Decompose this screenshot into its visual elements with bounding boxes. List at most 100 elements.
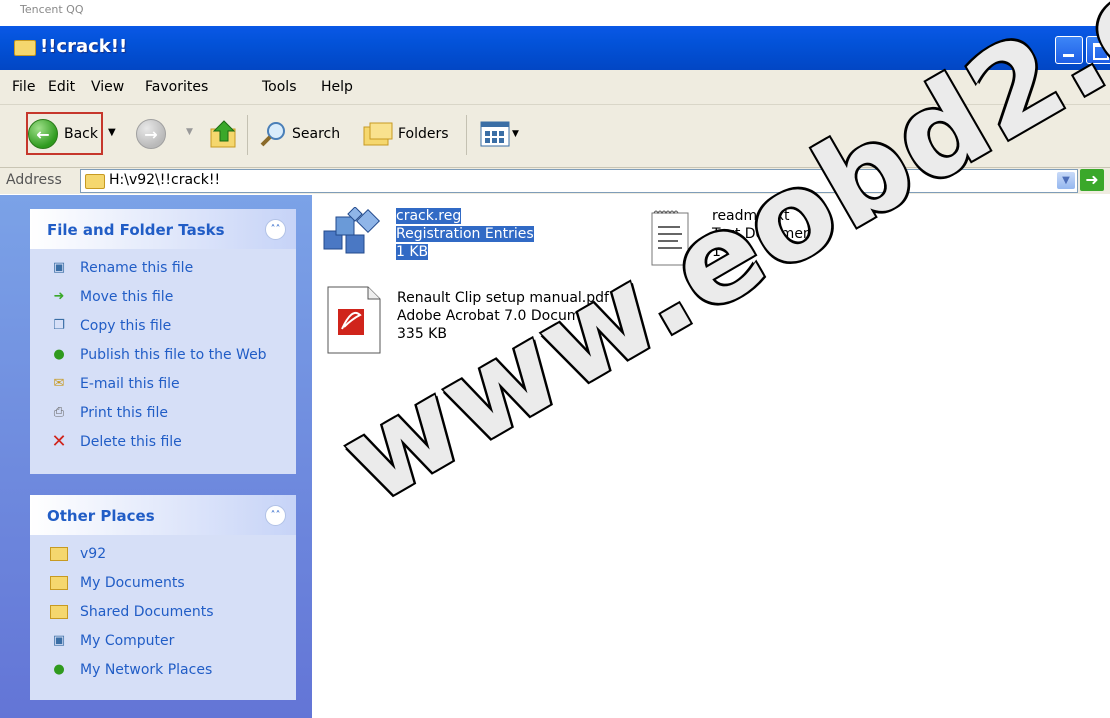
folders-button[interactable]: Folders [362,119,449,149]
menu-view[interactable]: View [91,79,124,95]
maximize-button[interactable] [1086,36,1110,64]
search-icon [260,122,285,147]
place-v92[interactable]: v92 [30,539,296,568]
address-label: Address [6,172,62,188]
file-size: 335 KB [397,326,447,342]
file-folder-tasks-title: File and Folder Tasks [47,221,225,239]
menu-favorites[interactable]: Favorites [145,79,208,95]
collapse-icon[interactable]: ˄˄ [265,219,286,240]
address-path: H:\v92\!!crack!! [109,172,221,188]
place-my-documents[interactable]: My Documents [30,568,296,597]
my-computer-icon: ▣ [52,633,66,648]
place-label: My Network Places [80,661,213,678]
place-label: My Computer [80,632,175,649]
toolbar: ← Back ▼ → ▼ Search Folders ▼ [0,105,1110,168]
folder-icon [14,40,36,56]
file-size: 1 KB [712,244,745,260]
network-places-icon: ● [53,662,65,677]
views-dropdown-icon: ▼ [512,129,519,139]
task-label: E-mail this file [80,375,180,392]
my-documents-icon [50,574,68,592]
task-move[interactable]: ➜ Move this file [30,282,296,311]
file-type: Registration Entries [396,226,534,242]
menu-tools[interactable]: Tools [262,79,297,95]
folder-icon [50,545,68,563]
address-bar: Address H:\v92\!!crack!! ▼ ➜ [0,168,1110,194]
forward-button[interactable]: → [136,119,166,149]
address-dropdown-icon[interactable]: ▼ [1057,172,1075,189]
folder-icon [85,174,105,189]
menu-edit[interactable]: Edit [48,79,75,95]
toolbar-separator [247,115,248,155]
web-publish-icon: ● [53,347,65,362]
file-item-renault-pdf[interactable]: Renault Clip setup manual.pdf Adobe Acro… [326,285,609,357]
other-places-panel: Other Places ˄˄ v92 My Documents Shared … [30,495,296,700]
task-label: Print this file [80,404,168,421]
place-network[interactable]: ● My Network Places [30,655,296,684]
file-item-crack-reg[interactable]: crack.reg Registration Entries 1 KB [320,207,534,267]
up-folder-icon [210,120,236,148]
task-label: Copy this file [80,317,172,334]
file-type: Adobe Acrobat 7.0 Document [397,308,604,324]
task-label: Publish this file to the Web [80,346,267,363]
task-label: Rename this file [80,259,194,276]
forward-dropdown-icon[interactable]: ▼ [186,127,193,137]
task-rename[interactable]: ▣ Rename this file [30,253,296,282]
address-field[interactable]: H:\v92\!!crack!! ▼ [80,169,1078,193]
email-icon: ✉ [53,376,65,391]
place-my-computer[interactable]: ▣ My Computer [30,626,296,655]
back-highlight-box [26,112,103,155]
place-label: My Documents [80,574,185,591]
forward-arrow-icon: → [136,119,166,149]
place-shared-documents[interactable]: Shared Documents [30,597,296,626]
views-button[interactable]: ▼ [480,121,519,147]
file-type: Text Document [712,226,818,242]
minimize-button[interactable] [1055,36,1083,64]
pdf-file-icon [327,286,381,354]
task-pane: File and Folder Tasks ˄˄ ▣ Rename this fi… [0,195,312,718]
file-name: Renault Clip setup manual.pdf [397,290,609,306]
folders-icon [363,122,393,146]
window-title: !!crack!! [40,36,128,57]
other-places-header[interactable]: Other Places ˄˄ [30,495,296,535]
place-label: v92 [80,545,107,562]
views-icon [480,121,510,147]
delete-icon: ✕ [51,431,67,452]
task-copy[interactable]: ❐ Copy this file [30,311,296,340]
title-bar: !!crack!! [0,26,1110,70]
menu-help[interactable]: Help [321,79,353,95]
menu-bar: File Edit View Favorites Tools Help [0,70,1110,105]
text-file-icon [651,210,689,266]
up-folder-button[interactable] [208,117,242,151]
task-delete[interactable]: ✕ Delete this file [30,427,296,456]
folders-label: Folders [398,126,449,142]
top-strip: Tencent QQ [0,0,1110,26]
file-name: crack.reg [396,208,462,224]
other-places-title: Other Places [47,507,155,525]
search-button[interactable]: Search [258,119,340,149]
file-size: 1 KB [396,244,429,260]
menu-file[interactable]: File [12,79,35,95]
search-label: Search [292,126,341,142]
move-icon: ➜ [53,289,65,304]
place-label: Shared Documents [80,603,214,620]
file-name: readme.txt [712,208,790,224]
task-email[interactable]: ✉ E-mail this file [30,369,296,398]
collapse-icon[interactable]: ˄˄ [265,505,286,526]
shared-documents-icon [50,603,68,621]
back-dropdown-icon[interactable]: ▼ [108,127,116,138]
task-label: Delete this file [80,433,182,450]
file-list-area: crack.reg Registration Entries 1 KB read… [312,195,1110,718]
task-publish[interactable]: ● Publish this file to the Web [30,340,296,369]
task-label: Move this file [80,288,174,305]
file-folder-tasks-header[interactable]: File and Folder Tasks ˄˄ [30,209,296,249]
toolbar-separator [466,115,467,155]
copy-icon: ❐ [53,318,65,333]
task-print[interactable]: ⎙ Print this file [30,398,296,427]
print-icon: ⎙ [53,405,65,420]
registry-file-icon [323,207,381,254]
top-strip-label: Tencent QQ [20,3,84,16]
file-item-readme-txt[interactable]: readme.txt Text Document 1 KB [646,207,817,269]
rename-icon: ▣ [52,260,66,275]
go-button[interactable]: ➜ [1080,169,1104,191]
